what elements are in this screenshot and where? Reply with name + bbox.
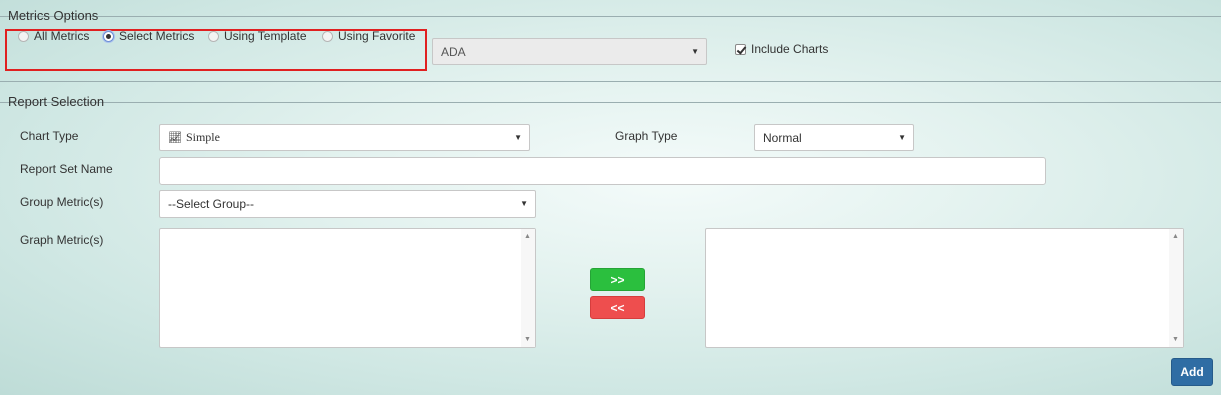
metrics-options-legend: Metrics Options: [8, 8, 99, 23]
chevron-down-icon: ▼: [520, 199, 528, 208]
graph-metrics-label: Graph Metric(s): [20, 233, 104, 247]
graph-type-label: Graph Type: [615, 129, 678, 143]
scrollbar[interactable]: ▲ ▼: [521, 229, 535, 347]
radio-all-metrics[interactable]: All Metrics: [18, 29, 89, 43]
metric-select-value: ADA: [441, 44, 466, 59]
chevron-down-icon: ▼: [691, 47, 699, 56]
graph-type-value: Normal: [763, 130, 802, 145]
radio-label: All Metrics: [34, 29, 90, 43]
report-selection-section: Report Selection Chart Type 📈︎ Simple ▼ …: [0, 94, 1221, 394]
radio-dot[interactable]: [322, 30, 333, 42]
radio-select-metrics[interactable]: Select Metrics: [103, 29, 194, 43]
move-right-button[interactable]: >>: [590, 268, 645, 291]
chevron-down-icon: ▼: [898, 133, 906, 142]
report-selection-legend: Report Selection: [8, 94, 105, 109]
chevron-down-icon: ▼: [514, 133, 522, 142]
metrics-options-section: Metrics Options All Metrics Select Metri…: [0, 8, 1221, 82]
add-button[interactable]: Add: [1171, 358, 1213, 386]
chart-type-label: Chart Type: [20, 129, 79, 143]
group-metrics-label: Group Metric(s): [20, 195, 104, 209]
checkbox-icon[interactable]: [735, 43, 746, 55]
scroll-down-icon[interactable]: ▼: [524, 336, 531, 343]
selected-metrics-list[interactable]: ▲ ▼: [705, 228, 1184, 348]
available-metrics-list[interactable]: ▲ ▼: [159, 228, 536, 348]
radio-label: Using Template: [224, 29, 307, 43]
report-set-name-input[interactable]: [159, 157, 1046, 185]
group-metrics-value: --Select Group--: [168, 197, 255, 211]
scroll-up-icon[interactable]: ▲: [1172, 233, 1179, 240]
radio-using-favorite[interactable]: Using Favorite: [322, 29, 415, 43]
line-chart-icon: 📈︎: [168, 131, 182, 144]
include-charts-checkbox[interactable]: Include Charts: [735, 42, 828, 56]
chart-type-value: Simple: [185, 130, 220, 144]
radio-dot[interactable]: [18, 30, 29, 42]
radio-label: Using Favorite: [338, 29, 416, 43]
graph-type-select[interactable]: Normal ▼: [754, 124, 914, 151]
scrollbar[interactable]: ▲ ▼: [1169, 229, 1183, 347]
metric-select[interactable]: ADA ▼: [432, 38, 707, 65]
radio-dot[interactable]: [103, 30, 114, 42]
scroll-down-icon[interactable]: ▼: [1172, 336, 1179, 343]
group-metrics-select[interactable]: --Select Group-- ▼: [159, 190, 536, 218]
radio-label: Select Metrics: [119, 29, 195, 43]
radio-using-template[interactable]: Using Template: [208, 29, 307, 43]
include-charts-label: Include Charts: [751, 42, 829, 56]
report-set-name-label: Report Set Name: [20, 162, 113, 176]
move-left-button[interactable]: <<: [590, 296, 645, 319]
scroll-up-icon[interactable]: ▲: [524, 233, 531, 240]
chart-type-select[interactable]: 📈︎ Simple ▼: [159, 124, 530, 151]
radio-dot[interactable]: [208, 30, 219, 42]
